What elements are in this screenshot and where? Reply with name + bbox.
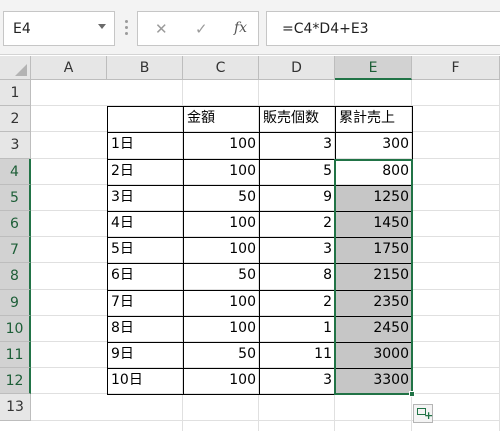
enter-icon[interactable]: ✓ bbox=[195, 20, 208, 38]
header-cell-e[interactable]: 累計売上 bbox=[336, 106, 412, 132]
row-header-8[interactable]: 8 bbox=[0, 263, 31, 290]
select-all-icon bbox=[15, 64, 27, 76]
row-header-13[interactable]: 13 bbox=[0, 394, 31, 421]
cell-d11[interactable]: 11 bbox=[260, 342, 335, 368]
cell-d6[interactable]: 2 bbox=[260, 211, 335, 237]
selection-range[interactable] bbox=[334, 159, 413, 395]
cell-d8[interactable]: 8 bbox=[260, 263, 335, 289]
select-all-button[interactable] bbox=[0, 56, 31, 80]
cell-b8[interactable]: 6日 bbox=[108, 263, 183, 289]
cell-b11[interactable]: 9日 bbox=[108, 342, 183, 368]
cell-d12[interactable]: 3 bbox=[260, 368, 335, 394]
column-header-d[interactable]: D bbox=[259, 56, 335, 80]
cell-d3[interactable]: 3 bbox=[260, 132, 335, 158]
cell-c3[interactable]: 100 bbox=[184, 132, 259, 158]
cell-b6[interactable]: 4日 bbox=[108, 211, 183, 237]
cell-c4[interactable]: 100 bbox=[184, 159, 259, 185]
cell-b4[interactable]: 2日 bbox=[108, 159, 183, 185]
chevron-down-icon[interactable] bbox=[98, 24, 106, 29]
cell-e3[interactable]: 300 bbox=[336, 132, 412, 158]
row-header-4[interactable]: 4 bbox=[0, 159, 31, 185]
cell-c6[interactable]: 100 bbox=[184, 211, 259, 237]
cell-c11[interactable]: 50 bbox=[184, 342, 259, 368]
header-cell-c[interactable]: 金額 bbox=[184, 106, 259, 132]
cell-c8[interactable]: 50 bbox=[184, 263, 259, 289]
name-box-value[interactable]: E4 bbox=[13, 21, 31, 37]
column-header-f[interactable]: F bbox=[412, 56, 500, 80]
row-header-9[interactable]: 9 bbox=[0, 290, 31, 316]
formula-buttons: ✕ ✓ fx bbox=[137, 11, 259, 46]
header-cell-d[interactable]: 販売個数 bbox=[260, 106, 335, 132]
cell-c5[interactable]: 50 bbox=[184, 185, 259, 211]
row-header-10[interactable]: 10 bbox=[0, 316, 31, 342]
cell-b7[interactable]: 5日 bbox=[108, 237, 183, 263]
column-header-e[interactable]: E bbox=[335, 56, 412, 80]
grip-icon[interactable] bbox=[125, 20, 128, 36]
row-header-1[interactable]: 1 bbox=[0, 80, 31, 106]
formula-bar-area: E4 ✕ ✓ fx =C4*D4+E3 bbox=[0, 0, 500, 55]
cell-b5[interactable]: 3日 bbox=[108, 185, 183, 211]
name-box[interactable]: E4 bbox=[3, 11, 115, 46]
column-header-a[interactable]: A bbox=[31, 56, 107, 80]
cell-c10[interactable]: 100 bbox=[184, 316, 259, 342]
column-header-c[interactable]: C bbox=[183, 56, 259, 80]
quick-analysis-button[interactable]: + bbox=[413, 404, 433, 423]
formula-text[interactable]: =C4*D4+E3 bbox=[282, 21, 369, 37]
cell-c7[interactable]: 100 bbox=[184, 237, 259, 263]
cell-c12[interactable]: 100 bbox=[184, 368, 259, 394]
cell-d7[interactable]: 3 bbox=[260, 237, 335, 263]
column-header-b[interactable]: B bbox=[107, 56, 183, 80]
row-header-11[interactable]: 11 bbox=[0, 342, 31, 368]
cell-d9[interactable]: 2 bbox=[260, 290, 335, 316]
cell-b9[interactable]: 7日 bbox=[108, 290, 183, 316]
fill-handle[interactable] bbox=[409, 391, 415, 397]
insert-function-icon[interactable]: fx bbox=[234, 20, 247, 36]
row-header-3[interactable]: 3 bbox=[0, 132, 31, 159]
row-header-2[interactable]: 2 bbox=[0, 106, 31, 132]
cell-d10[interactable]: 1 bbox=[260, 316, 335, 342]
cell-b12[interactable]: 10日 bbox=[108, 368, 183, 394]
cancel-icon[interactable]: ✕ bbox=[155, 20, 168, 38]
row-header-12[interactable]: 12 bbox=[0, 368, 31, 394]
row-header-5[interactable]: 5 bbox=[0, 185, 31, 211]
cell-d5[interactable]: 9 bbox=[260, 185, 335, 211]
cell-b10[interactable]: 8日 bbox=[108, 316, 183, 342]
cell-c9[interactable]: 100 bbox=[184, 290, 259, 316]
cell-b3[interactable]: 1日 bbox=[108, 132, 183, 158]
row-header-7[interactable]: 7 bbox=[0, 237, 31, 263]
plus-icon: + bbox=[424, 409, 434, 422]
formula-input[interactable]: =C4*D4+E3 bbox=[266, 11, 500, 46]
cell-d4[interactable]: 5 bbox=[260, 159, 335, 185]
row-header-6[interactable]: 6 bbox=[0, 211, 31, 237]
